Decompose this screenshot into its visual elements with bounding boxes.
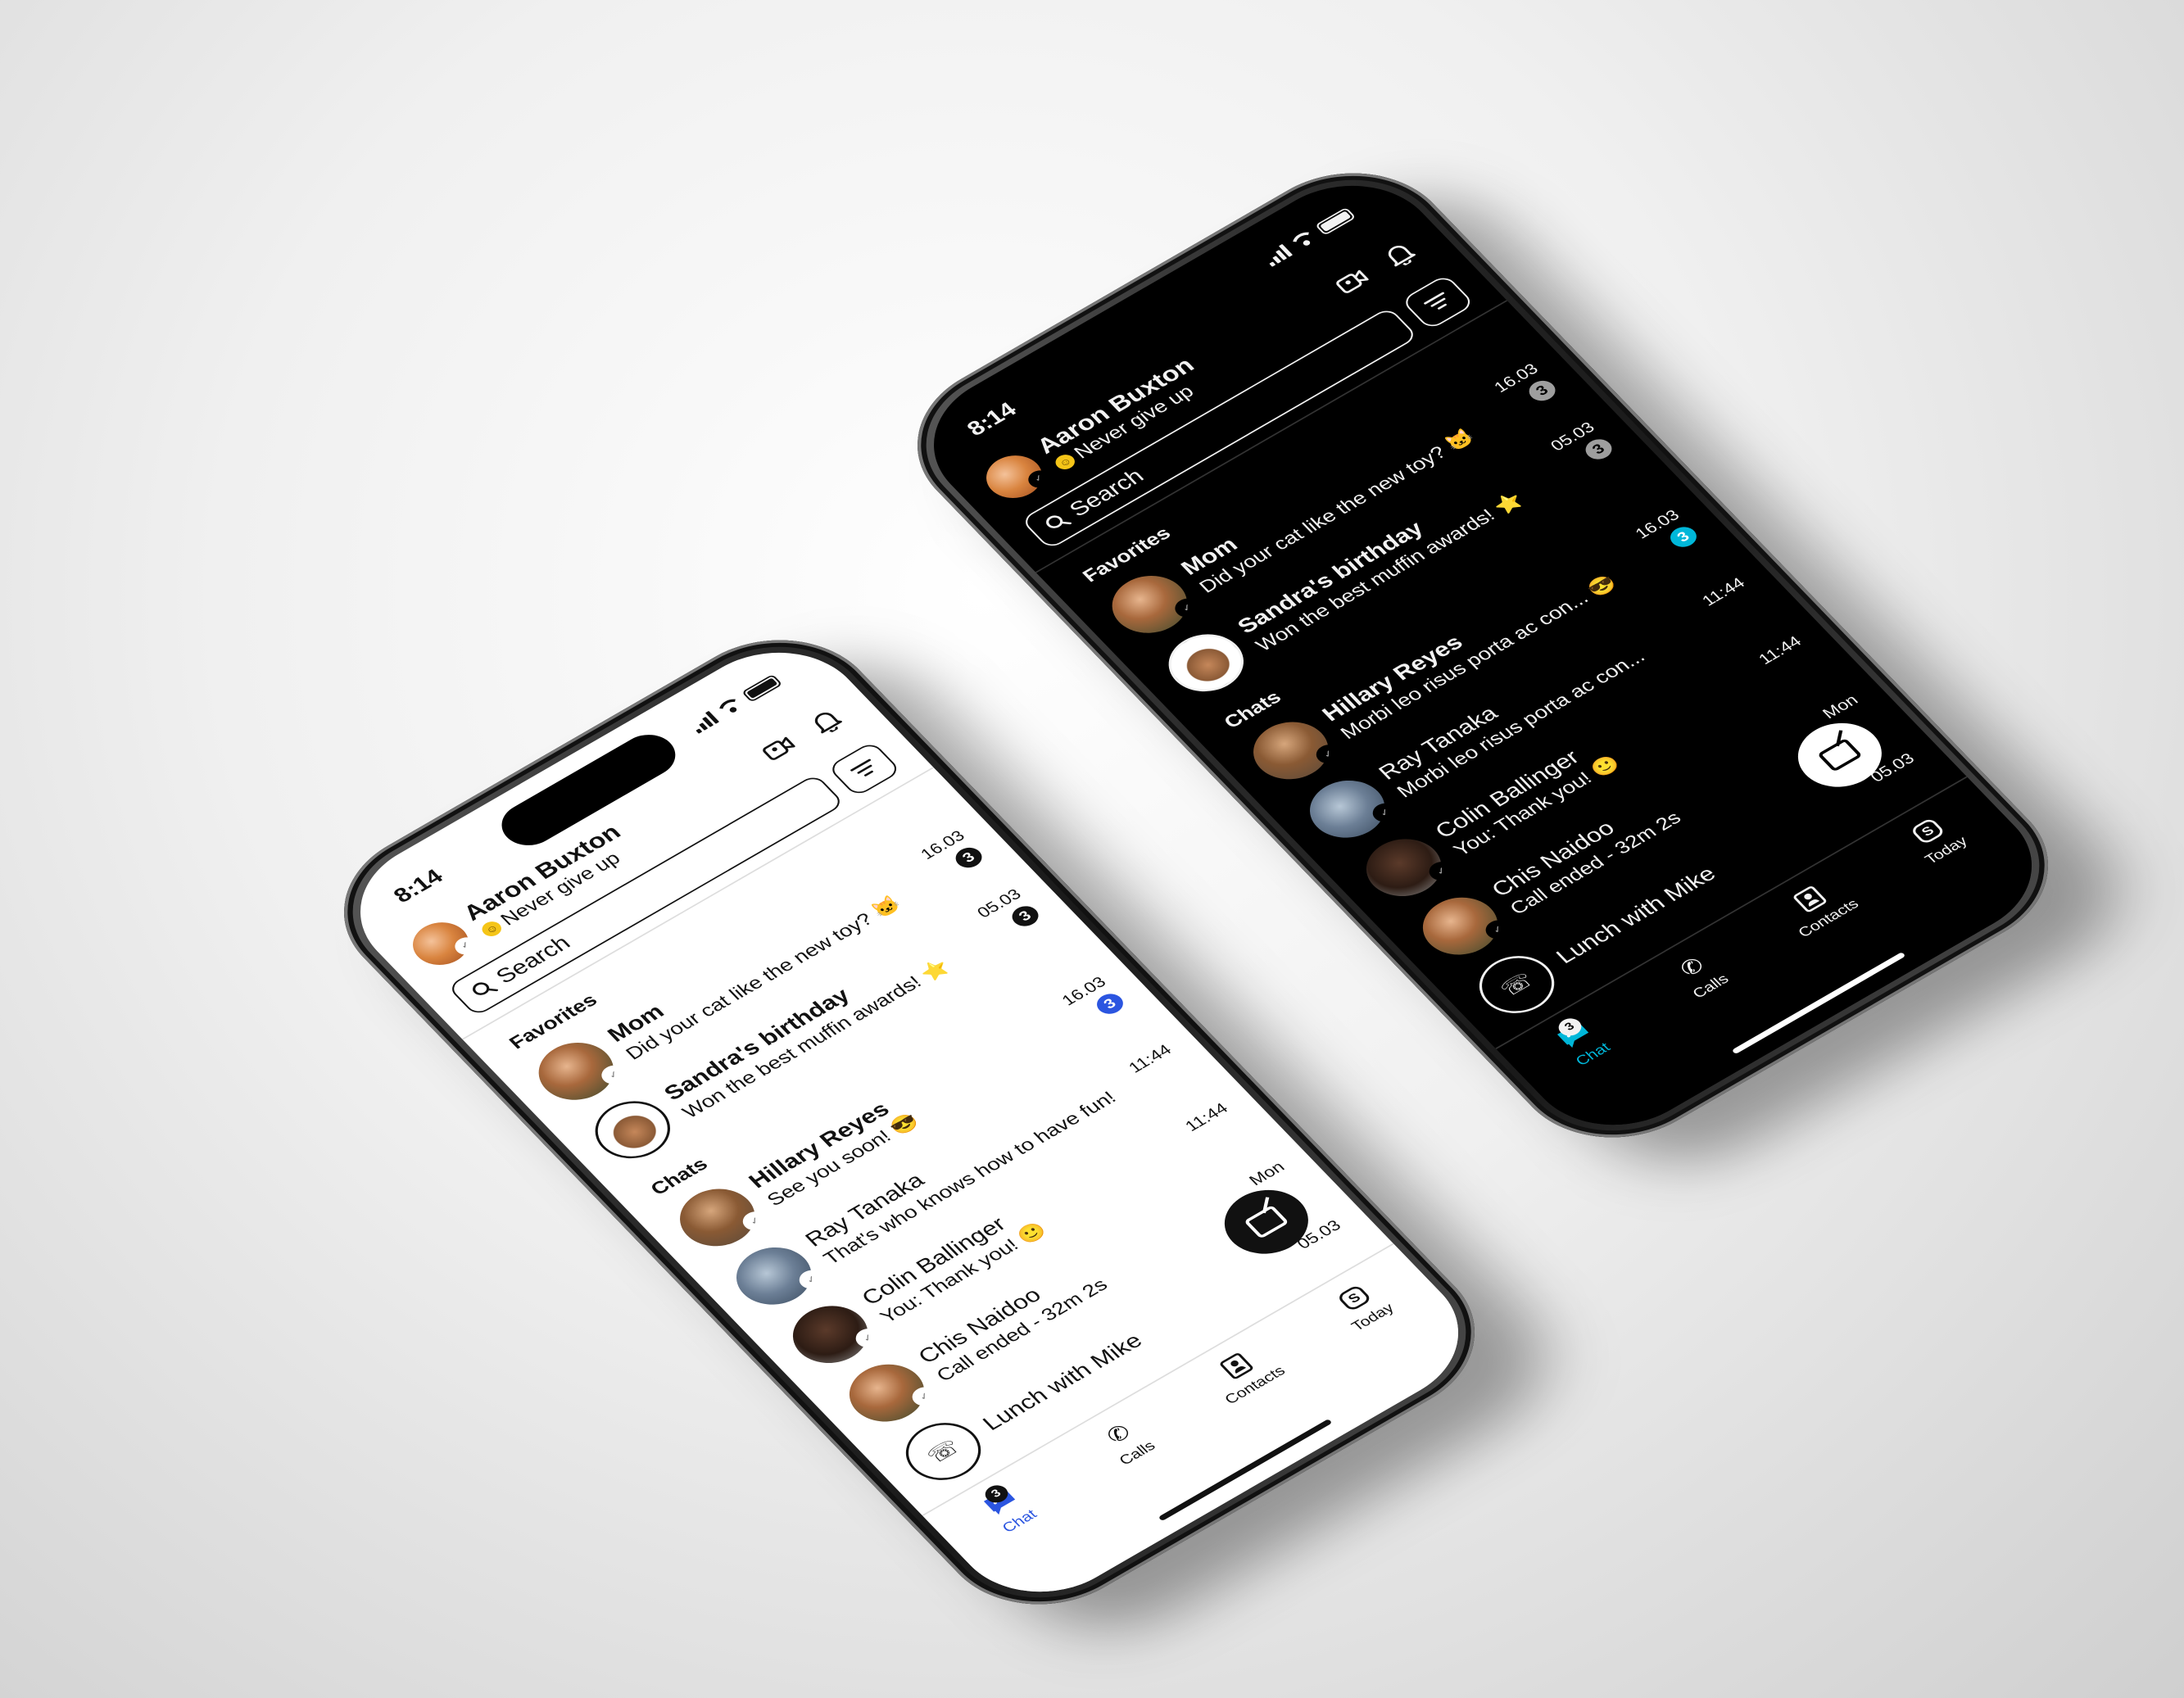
filter-icon bbox=[850, 758, 879, 780]
presence-check-icon: ✓ bbox=[794, 1266, 829, 1293]
cake-avatar bbox=[1153, 623, 1259, 704]
status-time: 8:14 bbox=[962, 398, 1022, 441]
status-time: 8:14 bbox=[388, 865, 448, 908]
person-avatar: ✓ bbox=[834, 1352, 942, 1433]
profile-avatar[interactable]: ✓ bbox=[401, 913, 483, 974]
presence-check-icon: ✓ bbox=[450, 934, 483, 958]
chat-meta: 11:44 bbox=[1693, 574, 1749, 613]
phone-avatar: ☏ bbox=[1464, 944, 1570, 1025]
chat-meta: 16.03 3 bbox=[913, 827, 987, 885]
chat-meta: 11:44 bbox=[1176, 1099, 1232, 1138]
filter-button[interactable] bbox=[827, 740, 902, 798]
chat-meta: 16.03 3 bbox=[1487, 360, 1561, 418]
phone-avatar: ☏ bbox=[890, 1411, 996, 1492]
presence-check-icon: ✓ bbox=[1170, 595, 1205, 622]
chat-meta: 16.03 3 bbox=[1054, 973, 1129, 1030]
presence-check-icon: ✓ bbox=[596, 1062, 632, 1089]
cake-avatar bbox=[580, 1089, 686, 1170]
chat-meta: 11:44 bbox=[1750, 632, 1806, 671]
bell-icon[interactable] bbox=[795, 698, 856, 745]
person-avatar: ✓ bbox=[1407, 885, 1516, 967]
presence-check-icon: ✓ bbox=[907, 1383, 942, 1410]
person-avatar: ✓ bbox=[721, 1235, 829, 1316]
presence-check-icon: ✓ bbox=[1424, 858, 1459, 885]
tab-chat[interactable]: Chat 3 bbox=[1522, 1000, 1698, 1143]
search-icon bbox=[473, 982, 499, 995]
person-avatar: ✓ bbox=[1239, 710, 1346, 791]
presence-check-icon: ✓ bbox=[1367, 799, 1402, 826]
signal-icon bbox=[1261, 243, 1294, 267]
chat-meta: 05.03 3 bbox=[1543, 419, 1617, 476]
presence-check-icon: ✓ bbox=[737, 1207, 773, 1234]
battery-icon bbox=[741, 673, 783, 703]
chat-time: Mon bbox=[1244, 1157, 1289, 1189]
presence-check-icon: ✓ bbox=[1023, 467, 1056, 491]
phone-icon: ☏ bbox=[1495, 968, 1538, 1001]
meet-now-icon[interactable] bbox=[749, 725, 809, 772]
chat-time: 11:44 bbox=[1754, 632, 1806, 668]
search-icon bbox=[1046, 515, 1072, 528]
tab-calls[interactable]: ✆ Calls bbox=[1639, 932, 1815, 1075]
person-avatar: ✓ bbox=[665, 1177, 773, 1258]
presence-check-icon: ✓ bbox=[1311, 740, 1346, 767]
bell-icon[interactable] bbox=[1369, 231, 1430, 278]
meet-now-icon[interactable] bbox=[1322, 258, 1383, 305]
person-avatar: ✓ bbox=[523, 1030, 632, 1112]
tab-chat[interactable]: Chat 3 bbox=[949, 1467, 1125, 1610]
presence-check-icon: ✓ bbox=[850, 1324, 886, 1352]
signal-icon bbox=[687, 710, 720, 734]
chat-time: 11:44 bbox=[1124, 1041, 1176, 1076]
filter-icon bbox=[1423, 291, 1452, 313]
person-avatar: ✓ bbox=[777, 1294, 886, 1375]
compose-icon bbox=[1817, 737, 1863, 772]
chat-time: Mon bbox=[1818, 691, 1862, 722]
compose-icon bbox=[1244, 1204, 1289, 1239]
chat-meta: 16.03 3 bbox=[1628, 506, 1702, 564]
smiley-icon: ☺ bbox=[478, 918, 505, 940]
chat-meta: 11:44 bbox=[1120, 1041, 1176, 1080]
phone-icon: ☏ bbox=[922, 1435, 965, 1468]
filter-button[interactable] bbox=[1400, 274, 1475, 331]
person-avatar: ✓ bbox=[1097, 564, 1205, 645]
presence-check-icon: ✓ bbox=[1480, 916, 1516, 943]
battery-icon bbox=[1315, 206, 1357, 236]
person-avatar: ✓ bbox=[1351, 827, 1459, 908]
smiley-icon: ☺ bbox=[1051, 451, 1079, 473]
person-avatar: ✓ bbox=[1294, 768, 1402, 849]
chat-meta: 05.03 3 bbox=[970, 885, 1044, 943]
tab-calls[interactable]: ✆ Calls bbox=[1066, 1399, 1242, 1542]
wifi-icon bbox=[1289, 229, 1318, 251]
wifi-icon bbox=[716, 696, 745, 718]
chat-time: 11:44 bbox=[1180, 1099, 1232, 1135]
chat-time: 11:44 bbox=[1697, 574, 1749, 609]
profile-avatar[interactable]: ✓ bbox=[975, 446, 1056, 507]
